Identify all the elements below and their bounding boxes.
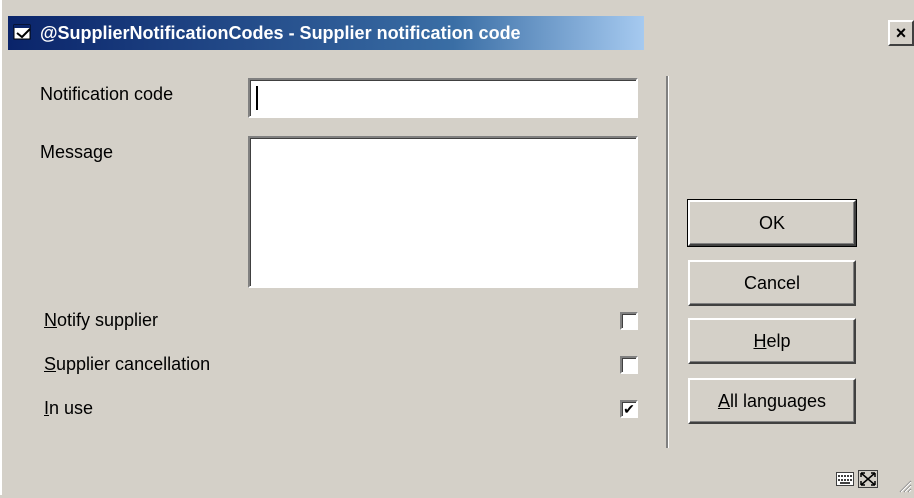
close-icon: × bbox=[895, 22, 907, 43]
cancel-button[interactable]: Cancel bbox=[688, 260, 856, 306]
notification-code-label: Notification code bbox=[40, 84, 174, 104]
notification-code-input[interactable] bbox=[248, 78, 638, 118]
message-label: Message bbox=[40, 142, 114, 162]
ok-button[interactable]: OK bbox=[687, 199, 857, 247]
window-title: @SupplierNotificationCodes - Supplier no… bbox=[40, 22, 521, 43]
checkmark-icon: ✔ bbox=[623, 401, 635, 417]
size-grip-icon[interactable] bbox=[896, 477, 912, 493]
close-button[interactable]: × bbox=[888, 20, 914, 46]
status-icons bbox=[836, 470, 878, 493]
resize-icon[interactable] bbox=[858, 470, 878, 493]
vertical-divider bbox=[666, 76, 669, 448]
in-use-checkbox[interactable]: ✔ bbox=[620, 400, 638, 418]
notify-supplier-checkbox[interactable] bbox=[620, 312, 638, 330]
all-languages-button[interactable]: All languages bbox=[688, 378, 856, 424]
supplier-cancellation-label: Supplier cancellation bbox=[44, 354, 211, 374]
keyboard-icon[interactable] bbox=[836, 472, 854, 491]
title-bar[interactable]: @SupplierNotificationCodes - Supplier no… bbox=[8, 16, 644, 50]
message-textarea[interactable] bbox=[248, 136, 638, 288]
dialog-window: @SupplierNotificationCodes - Supplier no… bbox=[0, 0, 914, 495]
text-caret bbox=[256, 86, 258, 110]
in-use-label: In use bbox=[44, 398, 94, 418]
notify-supplier-label: Notify supplier bbox=[44, 310, 159, 330]
help-button[interactable]: Help bbox=[688, 318, 856, 364]
dialog-icon bbox=[12, 22, 34, 44]
supplier-cancellation-checkbox[interactable] bbox=[620, 356, 638, 374]
